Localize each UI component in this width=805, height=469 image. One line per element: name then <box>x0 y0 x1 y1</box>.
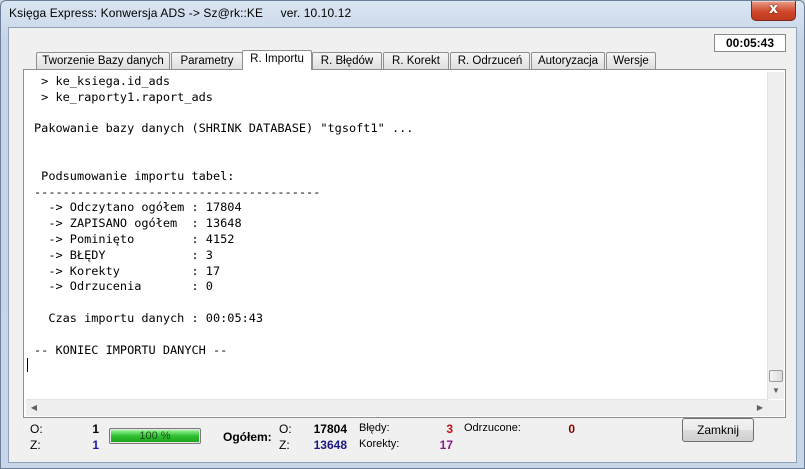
korekty-label: Korekty: <box>359 438 400 450</box>
tab-autoryzacja[interactable]: Autoryzacja <box>531 52 605 69</box>
z-value: 1 <box>92 438 99 452</box>
korekty-value: 17 <box>439 438 453 452</box>
progress-text: 100 % <box>139 430 171 442</box>
tab-r-importu[interactable]: R. Importu <box>242 50 312 70</box>
progress-bar: 100 % <box>109 428 201 444</box>
scroll-right-icon[interactable]: ▶ <box>752 400 768 416</box>
close-window-button[interactable]: x <box>751 1 796 21</box>
z-label: Z: <box>30 438 41 452</box>
window-title-text: Księga Express: Konwersja ADS -> Sz@rk::… <box>9 6 264 20</box>
tab-tworzenie-bazy[interactable]: Tworzenie Bazy danych <box>36 52 170 69</box>
odrzucone-label: Odrzucone: <box>464 422 521 434</box>
app-window: Księga Express: Konwersja ADS -> Sz@rk::… <box>0 0 805 469</box>
tab-panel: > ke_ksiega.id_ads > ke_raporty1.raport_… <box>23 69 786 418</box>
status-area: O: 1 Z: 1 100 % Ogółem: O: 17804 Z: 1364… <box>9 418 796 462</box>
log-content: > ke_ksiega.id_ads > ke_raporty1.raport_… <box>26 72 768 375</box>
scroll-down-icon[interactable]: ▼ <box>768 383 784 399</box>
tab-r-odrzucen[interactable]: R. Odrzuceń <box>450 52 530 69</box>
bledy-value: 3 <box>446 422 453 436</box>
odrzucone-value: 0 <box>568 422 575 436</box>
tab-r-bledow[interactable]: R. Błędów <box>312 52 382 69</box>
close-icon: x <box>768 1 779 17</box>
ogolem-o-value: 17804 <box>313 422 347 436</box>
window-version: ver. 10.10.12 <box>280 6 352 20</box>
tab-parametry[interactable]: Parametry <box>171 52 243 69</box>
ogolem-z-value: 13648 <box>313 438 347 452</box>
o-value: 1 <box>92 422 99 436</box>
title-bar[interactable]: Księga Express: Konwersja ADS -> Sz@rk::… <box>1 1 804 27</box>
import-log-text[interactable]: > ke_ksiega.id_ads > ke_raporty1.raport_… <box>26 72 768 399</box>
zamknij-button[interactable]: Zamknij <box>682 418 754 442</box>
ogolem-z-label: Z: <box>279 438 290 452</box>
tab-r-korekt[interactable]: R. Korekt <box>383 52 449 69</box>
text-caret <box>27 358 28 373</box>
vertical-scroll-thumb[interactable] <box>769 370 783 382</box>
ogolem-o-label: O: <box>279 422 292 436</box>
window-title: Księga Express: Konwersja ADS -> Sz@rk::… <box>9 6 351 20</box>
horizontal-scrollbar[interactable]: ◀ ▶ <box>26 399 768 416</box>
o-label: O: <box>30 422 43 436</box>
ogolem-label: Ogółem: <box>223 430 272 444</box>
scroll-left-icon[interactable]: ◀ <box>26 400 42 416</box>
scrollbar-corner <box>768 400 784 416</box>
client-area: 00:05:43 Tworzenie Bazy danych Parametry… <box>8 27 797 463</box>
bledy-label: Błędy: <box>359 422 390 434</box>
tab-wersje[interactable]: Wersje <box>606 52 656 69</box>
vertical-scrollbar[interactable]: ▼ <box>767 72 784 399</box>
elapsed-timer: 00:05:43 <box>714 34 786 52</box>
